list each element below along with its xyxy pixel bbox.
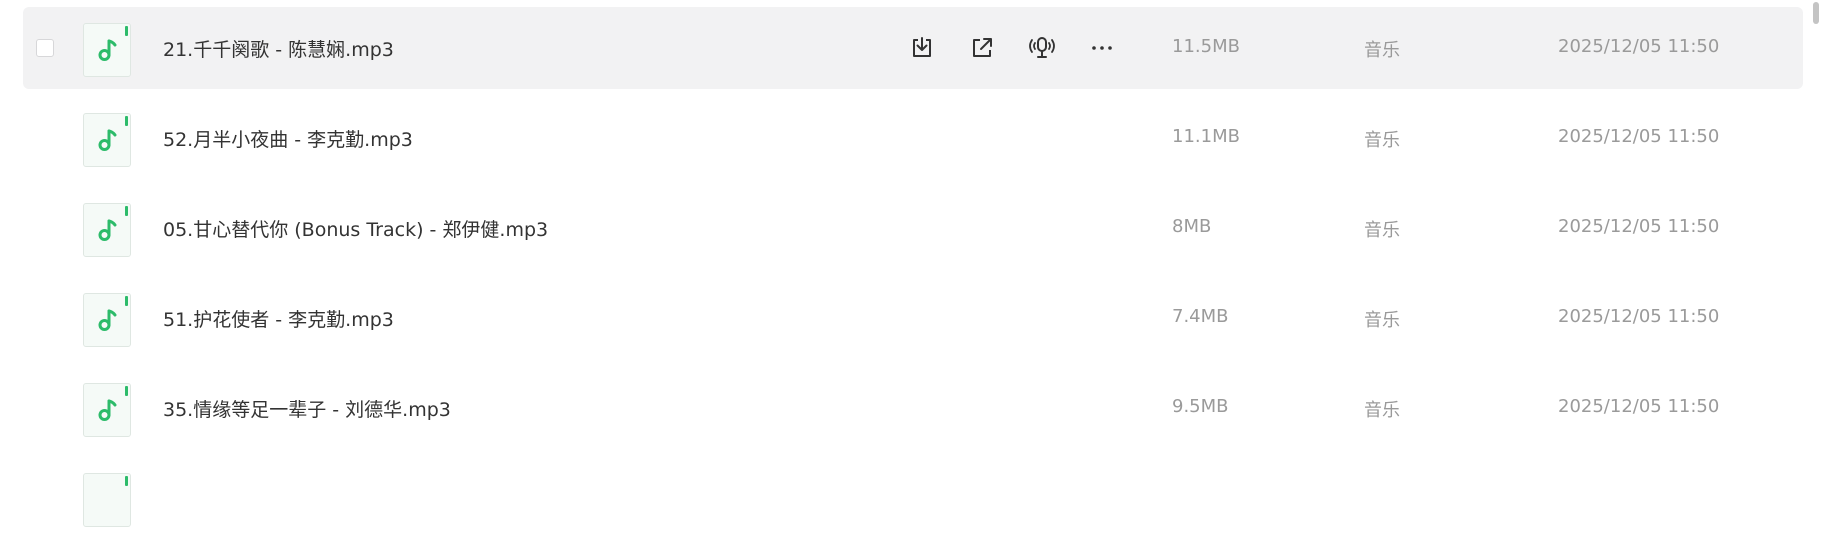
file-row[interactable] — [23, 457, 1803, 539]
file-date: 2025/12/05 11:50 — [1558, 396, 1720, 417]
file-size: 11.5MB — [1172, 36, 1240, 57]
scrollbar[interactable] — [1811, 0, 1823, 480]
music-file-icon — [83, 473, 131, 527]
file-name[interactable]: 05.甘心替代你 (Bonus Track) - 郑伊健.mp3 — [163, 215, 548, 242]
podcast-icon[interactable] — [1025, 31, 1059, 65]
file-size: 7.4MB — [1172, 306, 1229, 327]
file-size: 9.5MB — [1172, 396, 1229, 417]
file-date: 2025/12/05 11:50 — [1558, 306, 1720, 327]
music-file-icon — [83, 113, 131, 167]
file-size: 11.1MB — [1172, 126, 1240, 147]
file-name[interactable]: 51.护花使者 - 李克勤.mp3 — [163, 305, 394, 332]
file-name[interactable]: 52.月半小夜曲 - 李克勤.mp3 — [163, 125, 413, 152]
file-row[interactable]: 21.千千阕歌 - 陈慧娴.mp3 11.5MB 音乐 2025/12/05 1… — [23, 7, 1803, 89]
file-size: 8MB — [1172, 216, 1212, 237]
file-date: 2025/12/05 11:50 — [1558, 216, 1720, 237]
scrollbar-thumb[interactable] — [1813, 2, 1819, 24]
file-type: 音乐 — [1364, 130, 1400, 151]
file-date: 2025/12/05 11:50 — [1558, 36, 1720, 57]
file-type: 音乐 — [1364, 220, 1400, 241]
file-name[interactable]: 35.情缘等足一辈子 - 刘德华.mp3 — [163, 395, 451, 422]
file-row[interactable]: 51.护花使者 - 李克勤.mp3 7.4MB 音乐 2025/12/05 11… — [23, 277, 1803, 359]
file-type: 音乐 — [1364, 400, 1400, 421]
file-type: 音乐 — [1364, 310, 1400, 331]
more-icon[interactable] — [1085, 31, 1119, 65]
file-type: 音乐 — [1364, 40, 1400, 61]
file-name[interactable]: 21.千千阕歌 - 陈慧娴.mp3 — [163, 35, 394, 62]
music-file-icon — [83, 203, 131, 257]
download-icon[interactable] — [905, 31, 939, 65]
music-file-icon — [83, 293, 131, 347]
file-row[interactable]: 35.情缘等足一辈子 - 刘德华.mp3 9.5MB 音乐 2025/12/05… — [23, 367, 1803, 449]
file-row[interactable]: 52.月半小夜曲 - 李克勤.mp3 11.1MB 音乐 2025/12/05 … — [23, 97, 1803, 179]
file-row[interactable]: 05.甘心替代你 (Bonus Track) - 郑伊健.mp3 8MB 音乐 … — [23, 187, 1803, 269]
music-file-icon — [83, 383, 131, 437]
share-icon[interactable] — [965, 31, 999, 65]
row-checkbox[interactable] — [36, 39, 54, 57]
file-date: 2025/12/05 11:50 — [1558, 126, 1720, 147]
music-file-icon — [83, 23, 131, 77]
